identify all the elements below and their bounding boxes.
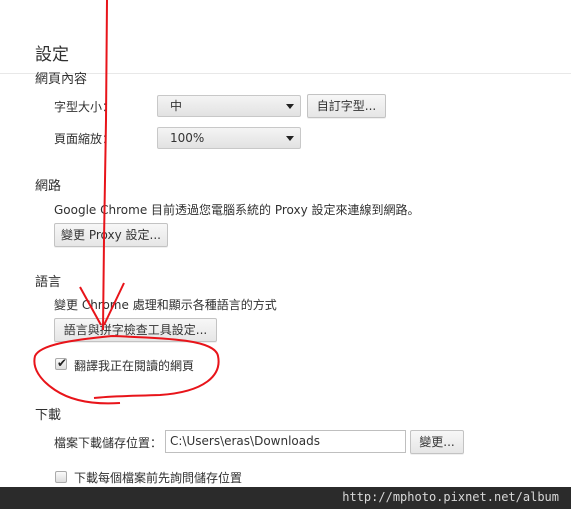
watermark-text: http://mphoto.pixnet.net/album bbox=[342, 490, 559, 504]
page-title: 設定 bbox=[35, 45, 69, 65]
chevron-down-icon bbox=[286, 104, 294, 109]
chevron-down-icon bbox=[286, 136, 294, 141]
page-zoom-select[interactable]: 100% bbox=[157, 127, 301, 149]
languages-description: 變更 Chrome 處理和顯示各種語言的方式 bbox=[54, 298, 277, 312]
network-description: Google Chrome 目前透過您電腦系統的 Proxy 設定來連線到網路。 bbox=[54, 203, 420, 217]
ask-location-checkbox-label[interactable]: 下載每個檔案前先詢問儲存位置 bbox=[74, 469, 242, 486]
font-size-label: 字型大小： bbox=[54, 100, 115, 114]
section-title-downloads: 下載 bbox=[35, 408, 62, 423]
watermark-bar: http://mphoto.pixnet.net/album bbox=[0, 487, 571, 509]
download-location-field[interactable]: C:\Users\eras\Downloads bbox=[165, 430, 406, 453]
custom-fonts-button[interactable]: 自訂字型... bbox=[307, 94, 386, 118]
section-title-web-content: 網頁內容 bbox=[35, 72, 88, 87]
ask-location-checkbox[interactable] bbox=[55, 471, 67, 483]
translate-checkbox[interactable]: ✔ bbox=[55, 356, 68, 370]
language-spellcheck-settings-button[interactable]: 語言與拼字檢查工具設定... bbox=[54, 318, 217, 342]
section-title-network: 網路 bbox=[35, 179, 62, 194]
font-size-value: 中 bbox=[170, 99, 183, 113]
translate-checkbox-label[interactable]: 翻譯我正在閱讀的網頁 bbox=[74, 357, 194, 374]
annotation-arrow-line bbox=[102, 0, 108, 331]
checkmark-icon: ✔ bbox=[57, 356, 68, 370]
section-title-languages: 語言 bbox=[35, 275, 62, 290]
download-location-label: 檔案下載儲存位置： bbox=[54, 436, 163, 450]
change-proxy-button[interactable]: 變更 Proxy 設定... bbox=[54, 223, 168, 247]
page-zoom-label: 頁面縮放： bbox=[54, 132, 115, 146]
change-download-location-button[interactable]: 變更... bbox=[410, 430, 464, 454]
page-zoom-value: 100% bbox=[170, 131, 205, 145]
font-size-select[interactable]: 中 bbox=[157, 95, 301, 117]
